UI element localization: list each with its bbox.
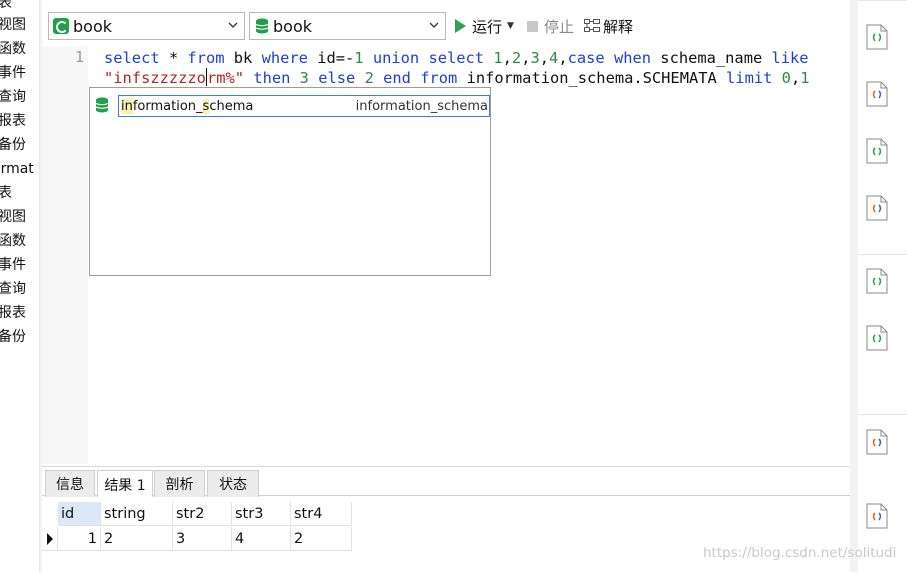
nav-item-queries-2[interactable]: 查询 [0,280,26,298]
object-navigator: 表 视图 函数 事件 查询 报表 备份 ormat 表 视图 函数 事件 查询 … [0,0,40,572]
table-row[interactable]: 1 2 3 4 2 [42,527,352,551]
query-file-icon[interactable] [866,268,888,294]
cell-string[interactable]: 2 [101,527,173,551]
explain-icon [584,19,600,32]
cell-str2[interactable]: 3 [173,527,232,551]
run-label: 运行 [472,17,503,36]
nav-item-views-2[interactable]: 视图 [0,208,26,226]
nav-item-queries[interactable]: 查询 [0,88,26,106]
nav-item-views[interactable]: 视图 [0,16,26,34]
connection-select[interactable]: book [48,12,245,40]
explain-label: 解释 [603,17,634,36]
nav-item-tables[interactable]: 表 [0,0,12,12]
tab-status[interactable]: 状态 [207,470,259,497]
right-panel-divider[interactable] [850,0,858,572]
autocomplete-item-type: information_schema [355,98,488,114]
right-object-panel [858,0,907,572]
connection-label: book [73,16,112,36]
query-file-icon[interactable] [866,325,888,351]
nav-item-information-schema[interactable]: ormat [0,160,34,178]
database-icon [255,18,269,34]
line-gutter: 1 [42,46,88,464]
nav-item-backups-2[interactable]: 备份 [0,328,26,346]
tab-info[interactable]: 信息 [45,470,95,497]
query-file-icon[interactable] [866,503,888,529]
nav-item-tables-2[interactable]: 表 [0,184,12,202]
line-number: 1 [74,48,84,66]
column-header-string[interactable]: string [101,502,173,526]
query-toolbar: book book 运行 ▼ 停止 解释 [42,6,850,44]
connection-icon [53,18,69,34]
result-tabs: 信息 结果 1 剖析 状态 [42,466,850,498]
row-pointer-icon [47,533,53,545]
divider [858,254,907,255]
play-icon [455,19,466,33]
nav-item-events-2[interactable]: 事件 [0,256,26,274]
query-file-icon[interactable] [866,24,888,50]
query-file-icon[interactable] [866,81,888,107]
column-header-str3[interactable]: str3 [232,502,291,526]
autocomplete-item[interactable]: information_schema information_schema [118,95,490,117]
schema-icon [95,97,109,113]
database-label: book [273,16,312,36]
tab-result-1[interactable]: 结果 1 [97,470,153,498]
caret-down-icon[interactable]: ▼ [507,21,514,31]
query-file-icon[interactable] [866,138,888,164]
column-header-str2[interactable]: str2 [173,502,232,526]
query-file-icon[interactable] [866,429,888,455]
match-highlight: in [121,98,133,114]
nav-item-reports-2[interactable]: 报表 [0,304,26,322]
run-button[interactable]: 运行 ▼ [455,15,514,37]
nav-item-reports[interactable]: 报表 [0,112,26,130]
query-text[interactable]: select * from bk where id=-1 union selec… [104,48,810,88]
query-file-icon[interactable] [866,195,888,221]
grid-header: id string str2 str3 str4 [42,502,352,526]
explain-button[interactable]: 解释 [584,15,633,37]
current-row-marker [42,527,58,551]
database-select[interactable]: book [249,12,446,40]
column-header-id[interactable]: id [58,502,101,526]
query-line-1: select * from bk where id=-1 union selec… [104,49,809,67]
text-cursor [205,68,207,86]
nav-item-backups[interactable]: 备份 [0,136,26,154]
watermark: https://blog.csdn.net/solitudi [703,545,897,561]
stop-icon [527,20,538,32]
cell-str3[interactable]: 4 [232,527,291,551]
name-part: formation_ [132,98,203,114]
column-header-str4[interactable]: str4 [291,502,352,526]
stop-button[interactable]: 停止 [527,15,574,37]
autocomplete-popup: information_schema information_schema [89,87,491,276]
nav-item-functions-2[interactable]: 函数 [0,232,26,250]
cell-id[interactable]: 1 [58,527,101,551]
tab-profile[interactable]: 剖析 [154,470,205,497]
chevron-down-icon [429,22,439,28]
autocomplete-item-name: information_schema [121,98,254,114]
divider [858,0,907,1]
stop-label: 停止 [544,17,575,36]
chevron-down-icon [228,22,238,28]
name-part: chema [209,98,254,114]
nav-item-events[interactable]: 事件 [0,64,26,82]
query-line-2: "infszzzzzorm%" then 3 else 2 end from i… [104,68,810,87]
cell-str4[interactable]: 2 [291,527,352,551]
divider [858,414,907,415]
nav-item-functions[interactable]: 函数 [0,40,26,58]
